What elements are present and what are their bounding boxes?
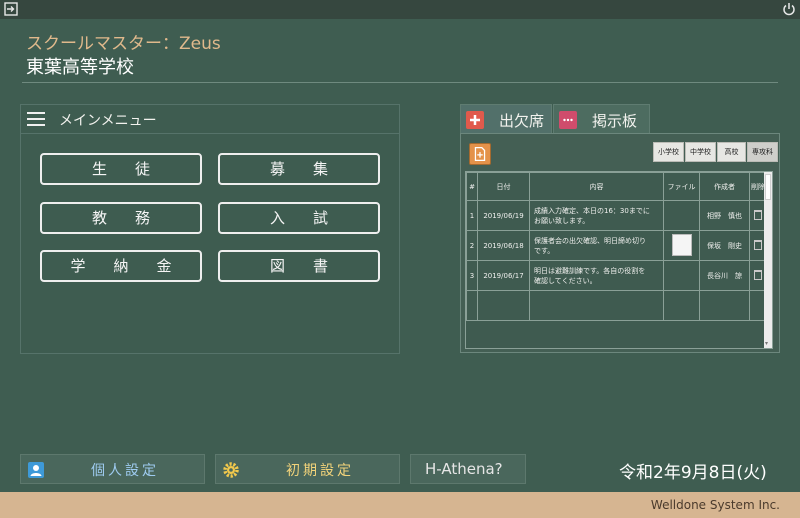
- help-label: H-Athena?: [425, 460, 503, 478]
- main-menu-panel: メインメニュー 生徒 募集 教務 入試 学納金 図書: [20, 104, 400, 354]
- table-row[interactable]: 1 2019/06/19 成績入力確定、本日の16：30までに お願い致します。…: [466, 200, 767, 231]
- entrance-exam-button[interactable]: 入試: [218, 202, 380, 234]
- tab-high-school[interactable]: 高校: [717, 142, 746, 162]
- tab-junior-high[interactable]: 中学校: [685, 142, 716, 162]
- attendance-panel: 小学校 中学校 高校 専攻科 # 日付 内容 ファイル 作成者 削除 1 201…: [460, 133, 780, 353]
- row-content-line: 成績入力確定、本日の16：30までに: [534, 206, 650, 215]
- main-menu-header: メインメニュー: [21, 105, 399, 134]
- row-file: [663, 200, 700, 231]
- row-content-line: 確認してください。: [534, 276, 597, 285]
- add-entry-button[interactable]: [469, 143, 491, 165]
- col-header-file: ファイル: [663, 172, 700, 201]
- attendance-table: # 日付 内容 ファイル 作成者 削除 1 2019/06/19 成績入力確定、…: [465, 171, 773, 349]
- row-content-line: 保護者会の出欠確認、明日締め切り: [534, 236, 646, 245]
- footer: Welldone System Inc.: [0, 492, 800, 518]
- row-content: 成績入力確定、本日の16：30までに お願い致します。: [529, 200, 664, 231]
- chevron-down-icon[interactable]: ▾: [765, 340, 768, 347]
- row-date: 2019/06/19: [477, 200, 530, 231]
- table-header-row: # 日付 内容 ファイル 作成者 削除: [466, 172, 767, 201]
- hamburger-icon[interactable]: [27, 112, 45, 126]
- table-row[interactable]: 3 2019/06/17 明日は避難訓練です。各自の役割を 確認してください。 …: [466, 260, 767, 291]
- row-number: 3: [466, 260, 478, 291]
- school-name: 東葉高等学校: [26, 57, 134, 78]
- company-name: Welldone System Inc.: [650, 498, 780, 512]
- row-content-line: です。: [534, 246, 555, 255]
- row-author: 相野 慎也: [699, 200, 750, 231]
- add-document-icon: [474, 147, 486, 161]
- tab-attendance[interactable]: 出欠席: [460, 104, 552, 134]
- students-button[interactable]: 生徒: [40, 153, 202, 185]
- row-content: 保護者会の出欠確認、明日締め切り です。: [529, 230, 664, 261]
- row-author: 保坂 剛史: [699, 230, 750, 261]
- logout-icon[interactable]: [4, 2, 18, 16]
- personal-settings-button[interactable]: 個人設定: [20, 454, 205, 484]
- row-file: [663, 260, 700, 291]
- file-thumbnail[interactable]: [671, 233, 692, 256]
- tab-advanced-course[interactable]: 専攻科: [747, 142, 778, 162]
- plus-icon: [466, 111, 484, 129]
- top-bar: [0, 0, 800, 19]
- tab-attendance-label: 出欠席: [499, 112, 545, 130]
- row-content: 明日は避難訓練です。各自の役割を 確認してください。: [529, 260, 664, 291]
- col-header-author: 作成者: [699, 172, 750, 201]
- trash-icon[interactable]: [754, 269, 762, 280]
- main-menu-title: メインメニュー: [59, 113, 157, 129]
- title-divider: [22, 82, 778, 83]
- row-file: [663, 230, 700, 261]
- row-author: 長谷川 諒: [699, 260, 750, 291]
- initial-settings-button[interactable]: 初期設定: [215, 454, 400, 484]
- scrollbar[interactable]: ▾: [764, 172, 772, 348]
- row-content-line: 明日は避難訓練です。各自の役割を: [534, 266, 646, 275]
- table-row[interactable]: 2 2019/06/18 保護者会の出欠確認、明日締め切り です。 保坂 剛史: [466, 230, 767, 261]
- row-date: 2019/06/17: [477, 260, 530, 291]
- help-button[interactable]: H-Athena?: [410, 454, 526, 484]
- col-header-number: #: [466, 172, 478, 201]
- chat-icon: [559, 111, 577, 129]
- table-row-empty: [466, 290, 767, 321]
- initial-settings-label: 初期設定: [286, 463, 354, 479]
- trash-icon[interactable]: [754, 239, 762, 250]
- col-header-date: 日付: [477, 172, 530, 201]
- tuition-button[interactable]: 学納金: [40, 250, 202, 282]
- current-date: 令和2年9月8日(火): [619, 463, 767, 483]
- user-icon: [28, 462, 44, 478]
- row-content-line: お願い致します。: [534, 216, 590, 225]
- gear-icon: [223, 462, 239, 478]
- library-button[interactable]: 図書: [218, 250, 380, 282]
- scrollbar-thumb[interactable]: [765, 174, 771, 200]
- tab-elementary[interactable]: 小学校: [653, 142, 684, 162]
- recruitment-button[interactable]: 募集: [218, 153, 380, 185]
- trash-icon[interactable]: [754, 209, 762, 220]
- row-date: 2019/06/18: [477, 230, 530, 261]
- academic-affairs-button[interactable]: 教務: [40, 202, 202, 234]
- row-number: 1: [466, 200, 478, 231]
- personal-settings-label: 個人設定: [91, 463, 159, 479]
- tab-bulletin-label: 掲示板: [592, 112, 638, 130]
- tab-bulletin-board[interactable]: 掲示板: [553, 104, 650, 134]
- app-title: スクールマスター：Zeus: [26, 34, 221, 54]
- col-header-content: 内容: [529, 172, 664, 201]
- row-number: 2: [466, 230, 478, 261]
- power-icon[interactable]: [782, 2, 796, 16]
